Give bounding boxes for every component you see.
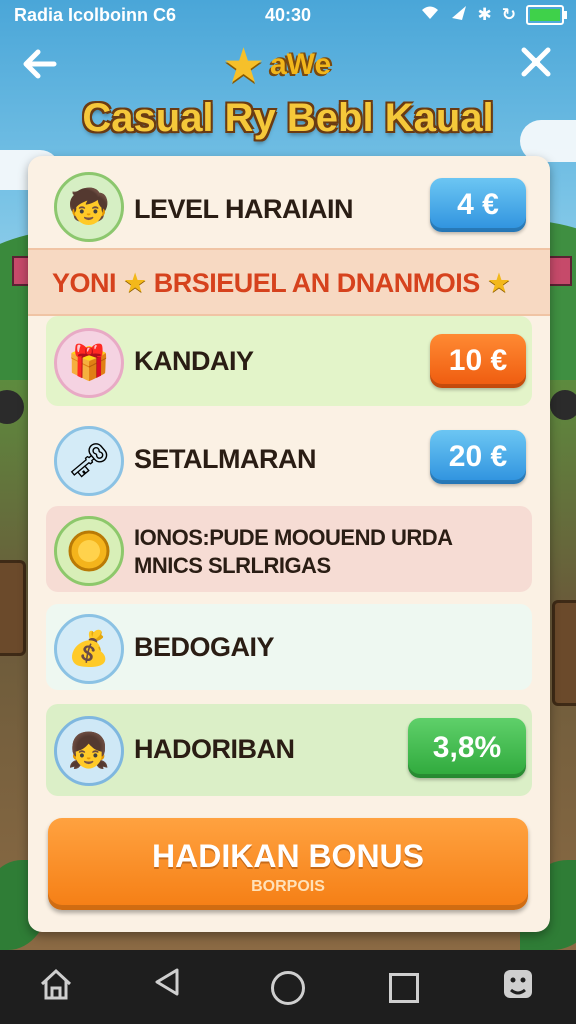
level-price-button[interactable]: 4 € [430,178,526,232]
banner-text: YONI ★ BRSIEUEL AN DNANMOIS ★ [52,268,511,299]
game-title: Casual Ry Bebl Kaual [82,96,494,140]
crate [552,600,576,706]
flag [548,256,572,286]
character-avatar-icon: 👧 [54,716,124,786]
circle-home-icon [271,971,305,1005]
shop-item-row[interactable]: 👧 HADORIBAN 3,8% [46,704,532,796]
claim-bonus-button[interactable]: HADIKAN BONUS BORPOIS [48,818,528,910]
assistant-icon [504,970,532,998]
item-label: HADORIBAN [134,734,295,764]
item-label: KANDAIY [134,346,254,376]
recents-button[interactable] [380,964,428,1010]
signal-icon [450,4,468,25]
bonus-info-line2: MNICS SLRLRIGAS [134,553,331,578]
status-icons: ✱ ↻ [420,4,567,25]
gold-coin-icon [54,516,124,586]
cta-label: HADIKAN BONUS [152,838,424,874]
background-character [550,390,576,420]
game-logo: ★ aWe [222,42,372,92]
item-price-button[interactable]: 20 € [430,430,526,484]
wifi-icon [420,4,440,25]
bonus-info-row: IONOS:PUDE MOOUEND URDA MNICS SLRLRIGAS [46,506,532,592]
shop-item-row[interactable]: 🎁 KANDAIY 10 € [46,316,532,406]
crate [0,560,26,656]
cta-sublabel: BORPOIS [251,878,325,895]
star-icon: ★ [222,40,266,93]
shop-panel: 🧒 LEVEL HARAIAIN 4 € YONI ★ BRSIEUEL AN … [28,156,550,932]
home-button[interactable] [32,964,80,1010]
nav-back-button[interactable] [143,964,191,1010]
system-nav-bar [0,950,576,1024]
item-label: BEDOGAIY [134,632,275,662]
bluetooth-icon: ✱ [477,4,492,24]
level-row: 🧒 LEVEL HARAIAIN 4 € [46,168,532,242]
nav-home-button[interactable] [264,964,312,1010]
gift-box-icon: 🎁 [54,328,124,398]
status-bar: Radia Icolboinn C6 40:30 ✱ ↻ [0,0,576,30]
star-icon: ★ [123,268,147,298]
banner-text-part1: YONI [52,268,117,298]
shop-item-row[interactable]: 💰 BEDOGAIY [46,604,532,690]
assistant-button[interactable] [494,964,542,1010]
triangle-back-icon [155,968,179,996]
close-button[interactable] [512,44,560,88]
level-label: LEVEL HARAIAIN [134,194,354,224]
sync-icon: ↻ [501,4,516,24]
percent-badge-button[interactable]: 3,8% [408,718,526,778]
shop-item-row[interactable]: 🗝 SETALMARAN 20 € [46,418,532,498]
banner-text-part2: BRSIEUEL AN DNANMOIS [153,268,481,298]
bonus-info-line1: IONOS:PUDE MOOUEND URDA [134,525,453,550]
character-avatar-icon: 🧒 [54,172,124,242]
bonus-info-text: IONOS:PUDE MOOUEND URDA MNICS SLRLRIGAS [134,524,453,580]
item-label: SETALMARAN [134,444,316,474]
star-icon: ★ [486,268,511,298]
square-recents-icon [389,973,419,1003]
house-icon [40,968,72,1000]
battery-icon [526,4,567,25]
arrow-left-icon [23,49,57,79]
item-price-button[interactable]: 10 € [430,334,526,388]
logo-text: aWe [270,48,332,81]
close-icon [521,47,551,77]
treasure-chest-icon: 🗝 [54,426,124,496]
promo-banner: YONI ★ BRSIEUEL AN DNANMOIS ★ [28,248,550,316]
back-button[interactable] [16,44,64,88]
money-bag-icon: 💰 [54,614,124,684]
